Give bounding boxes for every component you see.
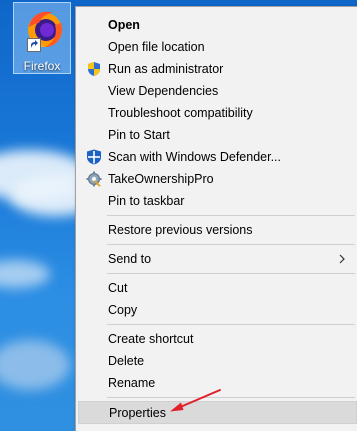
menu-item-takeownershippro[interactable]: TakeOwnershipPro <box>78 168 357 190</box>
menu-item-cut[interactable]: Cut <box>78 277 357 299</box>
menu-separator <box>107 324 355 325</box>
menu-separator <box>107 273 355 274</box>
menu-item-label: Pin to Start <box>108 128 170 142</box>
chevron-right-icon <box>339 254 345 264</box>
menu-item-label: Rename <box>108 376 156 390</box>
menu-separator <box>107 215 355 216</box>
windows-defender-icon <box>87 149 101 165</box>
menu-item-label: Open file location <box>108 40 205 54</box>
menu-separator <box>107 397 355 398</box>
cloud <box>0 260 50 288</box>
menu-item-label: TakeOwnershipPro <box>108 172 214 186</box>
menu-item-label: Copy <box>108 303 138 317</box>
cloud <box>0 340 70 390</box>
menu-item-troubleshoot-compatibility[interactable]: Troubleshoot compatibility <box>78 102 357 124</box>
context-menu: Open Open file location Run as administr… <box>75 6 357 431</box>
menu-item-label: Open <box>108 18 140 32</box>
menu-item-pin-to-taskbar[interactable]: Pin to taskbar <box>78 190 357 212</box>
menu-separator <box>107 244 355 245</box>
menu-item-label: Delete <box>108 354 145 368</box>
menu-item-label: Restore previous versions <box>108 223 253 237</box>
menu-item-label: Run as administrator <box>108 62 224 76</box>
menu-item-run-as-administrator[interactable]: Run as administrator <box>78 58 357 80</box>
menu-item-label: Troubleshoot compatibility <box>108 106 253 120</box>
uac-shield-icon <box>88 62 100 76</box>
menu-item-label: View Dependencies <box>108 84 219 98</box>
menu-item-label: Pin to taskbar <box>108 194 185 208</box>
shortcut-overlay-icon <box>27 38 41 52</box>
menu-item-create-shortcut[interactable]: Create shortcut <box>78 328 357 350</box>
take-ownership-icon <box>86 171 102 187</box>
menu-item-restore-previous-versions[interactable]: Restore previous versions <box>78 219 357 241</box>
menu-item-label: Send to <box>108 252 152 266</box>
firefox-desktop-shortcut[interactable]: Firefox <box>13 2 71 74</box>
red-arrow-annotation-icon <box>170 389 221 412</box>
menu-item-send-to[interactable]: Send to <box>78 248 357 270</box>
menu-item-open-file-location[interactable]: Open file location <box>78 36 357 58</box>
menu-item-pin-to-start[interactable]: Pin to Start <box>78 124 357 146</box>
menu-item-open[interactable]: Open <box>78 14 357 36</box>
menu-item-scan-with-windows-defender[interactable]: Scan with Windows Defender... <box>78 146 357 168</box>
menu-item-label: Properties <box>109 406 166 420</box>
menu-item-label: Create shortcut <box>108 332 194 346</box>
shortcut-label: Firefox <box>23 59 61 73</box>
menu-item-copy[interactable]: Copy <box>78 299 357 321</box>
menu-item-label: Cut <box>108 281 128 295</box>
desktop-background: Firefox Open Open file location Run as a… <box>0 0 357 431</box>
menu-item-label: Scan with Windows Defender... <box>108 150 281 164</box>
menu-item-view-dependencies[interactable]: View Dependencies <box>78 80 357 102</box>
menu-item-delete[interactable]: Delete <box>78 350 357 372</box>
